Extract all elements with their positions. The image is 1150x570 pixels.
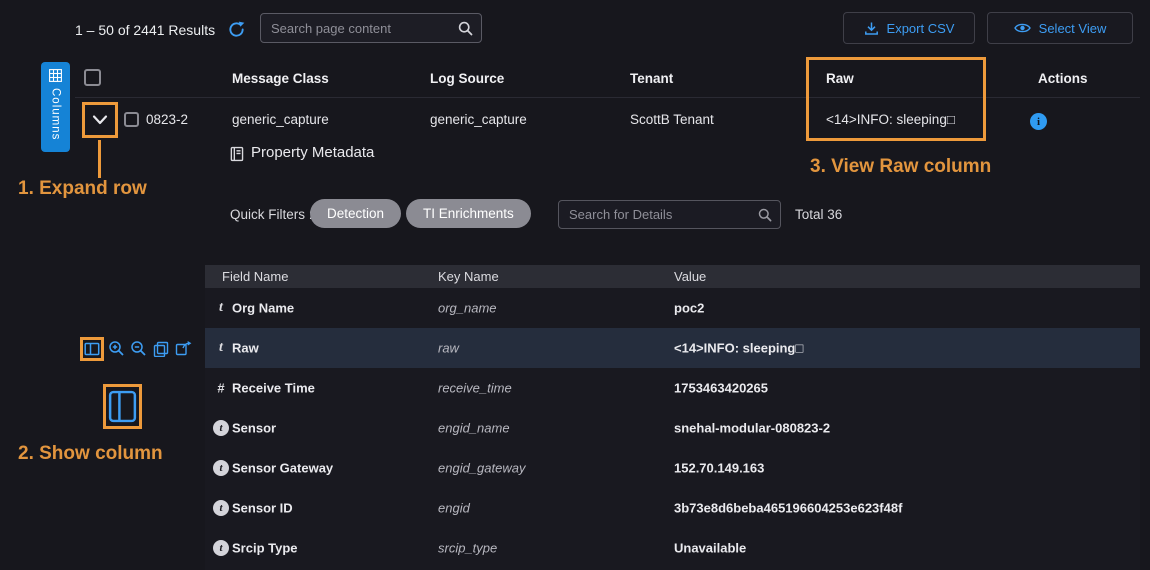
results-count-text: 1 – 50 of 2441 Results [75, 22, 215, 38]
info-icon[interactable]: i [1030, 113, 1047, 130]
tokenized-text-type-icon: t [213, 500, 229, 516]
search-icon [758, 208, 772, 222]
expand-row-button[interactable] [84, 104, 116, 136]
detail-row[interactable]: t Srcip Type srcip_type Unavailable [205, 528, 1140, 568]
detail-field-name: Raw [232, 341, 259, 356]
book-icon [229, 146, 245, 162]
property-metadata-title: Property Metadata [251, 144, 374, 161]
detail-value: 1753463420265 [674, 381, 768, 396]
detail-field-name: Sensor ID [232, 501, 293, 516]
total-count-text: Total 36 [795, 207, 842, 222]
quick-filters-label: Quick Filters : [230, 207, 313, 222]
refresh-icon[interactable] [228, 21, 245, 41]
download-icon [864, 21, 879, 36]
log-results-page: 1 – 50 of 2441 Results Export CSV Select… [0, 0, 1150, 570]
detail-field-name: Receive Time [232, 381, 315, 396]
columns-button-label: Columns [50, 88, 62, 140]
page-search-box [260, 13, 482, 43]
details-search-input[interactable] [559, 207, 758, 222]
detail-field-name: Sensor Gateway [232, 461, 333, 476]
columns-grid-icon [49, 69, 62, 82]
select-view-label: Select View [1039, 21, 1107, 36]
annotation-step2: 2. Show column [18, 443, 163, 465]
number-type-icon: # [211, 381, 231, 396]
detail-header-value: Value [674, 269, 706, 284]
annotation-step3: 3. View Raw column [810, 156, 991, 178]
eye-icon [1014, 22, 1031, 34]
detail-row[interactable]: # Receive Time receive_time 175346342026… [205, 368, 1140, 408]
annotation-step1: 1. Expand row [18, 178, 147, 200]
detail-key-name: raw [438, 341, 459, 356]
export-csv-label: Export CSV [887, 21, 955, 36]
detail-value: snehal-modular-080823-2 [674, 421, 830, 436]
detail-field-name: Srcip Type [232, 541, 298, 556]
detail-row[interactable]: t Sensor engid_name snehal-modular-08082… [205, 408, 1140, 448]
filter-ti-enrichments-pill[interactable]: TI Enrichments [406, 199, 531, 228]
export-csv-button[interactable]: Export CSV [843, 12, 975, 44]
detail-row-raw-highlighted[interactable]: t Raw raw <14>INFO: sleeping□ [205, 328, 1140, 368]
detail-header-field-name: Field Name [222, 269, 288, 284]
row-tenant-cell: ScottB Tenant [630, 112, 714, 127]
detail-header-key-name: Key Name [438, 269, 499, 284]
show-column-icon[interactable] [84, 341, 100, 357]
detail-value: 152.70.149.163 [674, 461, 764, 476]
row-id-cell: 0823-2 [146, 112, 188, 127]
annotation-connector-line [98, 140, 101, 178]
detail-field-name: Sensor [232, 421, 276, 436]
tokenized-text-type-icon: t [213, 540, 229, 556]
tokenized-text-type-icon: t [213, 460, 229, 476]
copy-icon[interactable] [153, 341, 169, 357]
columns-button[interactable]: Columns [41, 62, 70, 152]
row-raw-cell: <14>INFO: sleeping□ [826, 112, 955, 127]
detail-row[interactable]: t Sensor Gateway engid_gateway 152.70.14… [205, 448, 1140, 488]
detail-value: poc2 [674, 301, 704, 316]
row-checkbox[interactable] [124, 112, 139, 127]
header-divider [75, 97, 1140, 98]
detail-key-name: engid [438, 501, 470, 516]
column-header-actions: Actions [1038, 71, 1088, 86]
tokenized-text-type-icon: t [213, 420, 229, 436]
search-icon [458, 21, 473, 36]
chevron-down-icon [91, 114, 109, 126]
page-search-input[interactable] [261, 21, 458, 36]
show-column-large-icon[interactable] [108, 390, 137, 423]
row-message-class-cell: generic_capture [232, 112, 329, 127]
detail-value: Unavailable [674, 541, 746, 556]
zoom-in-icon[interactable] [108, 340, 125, 357]
detail-row[interactable]: t Org Name org_name poc2 [205, 288, 1140, 328]
text-type-icon: t [211, 300, 231, 316]
zoom-out-icon[interactable] [130, 340, 147, 357]
column-header-message-class[interactable]: Message Class [232, 71, 329, 86]
detail-value: 3b73e8d6beba465196604253e623f48f [674, 501, 902, 516]
copy-with-arrow-icon[interactable] [175, 340, 192, 356]
detail-key-name: engid_gateway [438, 461, 525, 476]
row-log-source-cell: generic_capture [430, 112, 527, 127]
detail-key-name: org_name [438, 301, 497, 316]
detail-table-header [205, 265, 1140, 288]
detail-key-name: engid_name [438, 421, 510, 436]
detail-row[interactable]: t Sensor ID engid 3b73e8d6beba4651966042… [205, 488, 1140, 528]
detail-field-name: Org Name [232, 301, 294, 316]
column-header-tenant[interactable]: Tenant [630, 71, 673, 86]
highlight-box-raw-column [806, 57, 986, 141]
filter-detection-pill[interactable]: Detection [310, 199, 401, 228]
select-view-button[interactable]: Select View [987, 12, 1133, 44]
select-all-checkbox[interactable] [84, 69, 101, 86]
column-header-log-source[interactable]: Log Source [430, 71, 504, 86]
column-header-raw[interactable]: Raw [826, 71, 854, 86]
details-search-box [558, 200, 781, 229]
text-type-icon: t [211, 340, 231, 356]
detail-value: <14>INFO: sleeping□ [674, 341, 803, 356]
detail-key-name: receive_time [438, 381, 512, 396]
detail-key-name: srcip_type [438, 541, 497, 556]
